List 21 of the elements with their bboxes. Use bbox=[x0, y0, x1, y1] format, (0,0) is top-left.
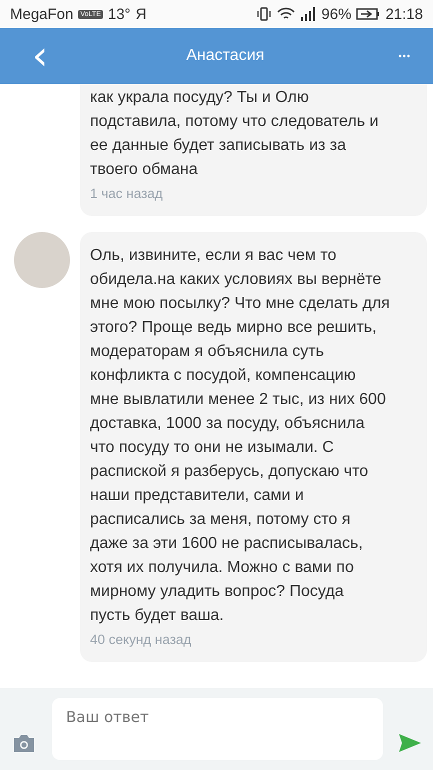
message-time: 1 час назад bbox=[90, 185, 164, 203]
send-button[interactable] bbox=[399, 734, 421, 752]
menu-button[interactable]: ••• bbox=[394, 47, 415, 65]
battery-percent: 96% bbox=[321, 6, 352, 22]
back-button[interactable]: ‹ bbox=[24, 36, 56, 76]
signal-icon bbox=[300, 7, 316, 21]
chat-title: Анастасия bbox=[186, 47, 264, 65]
carrier-name: MegaFon bbox=[10, 6, 74, 22]
app-glyph: Я bbox=[136, 6, 146, 22]
wifi-icon bbox=[277, 7, 296, 21]
battery-icon bbox=[356, 8, 380, 20]
clock: 21:18 bbox=[385, 6, 423, 22]
send-icon bbox=[399, 734, 421, 752]
temperature: 13° bbox=[108, 6, 131, 22]
message-text: как украла посуду? Ты и Олю подставила, потому что следователь и ее данные будет записывать из за твоего обмана bbox=[90, 88, 380, 180]
vibrate-icon bbox=[256, 7, 272, 21]
camera-button[interactable] bbox=[12, 733, 36, 753]
reply-field[interactable]: Ваш ответ bbox=[52, 698, 383, 760]
message-text: Оль, извините, если я вас чем то обидела.на каких условиях вы вернёте мне мою посылку? Что мне сделать для этого? Проще ведь мирно все решить, модераторам я объяснила суть конфликта с посудой, компенсацию мне вывлатили менее 2 тыс, из них 600 доставка, 1000 за посуду, объяснила что посуду то они не изымали. С распиской я разберусь, допускаю что наши представители, сами и расписались за меня, потому сто я даже за эти 1600 не расписывалась, хотя их получила. Можно с вами по мирному уладить вопрос? Посуда пусть будет ваша. bbox=[90, 246, 391, 626]
camera-icon bbox=[12, 733, 36, 753]
message-time: 40 секунд назад bbox=[90, 631, 192, 649]
